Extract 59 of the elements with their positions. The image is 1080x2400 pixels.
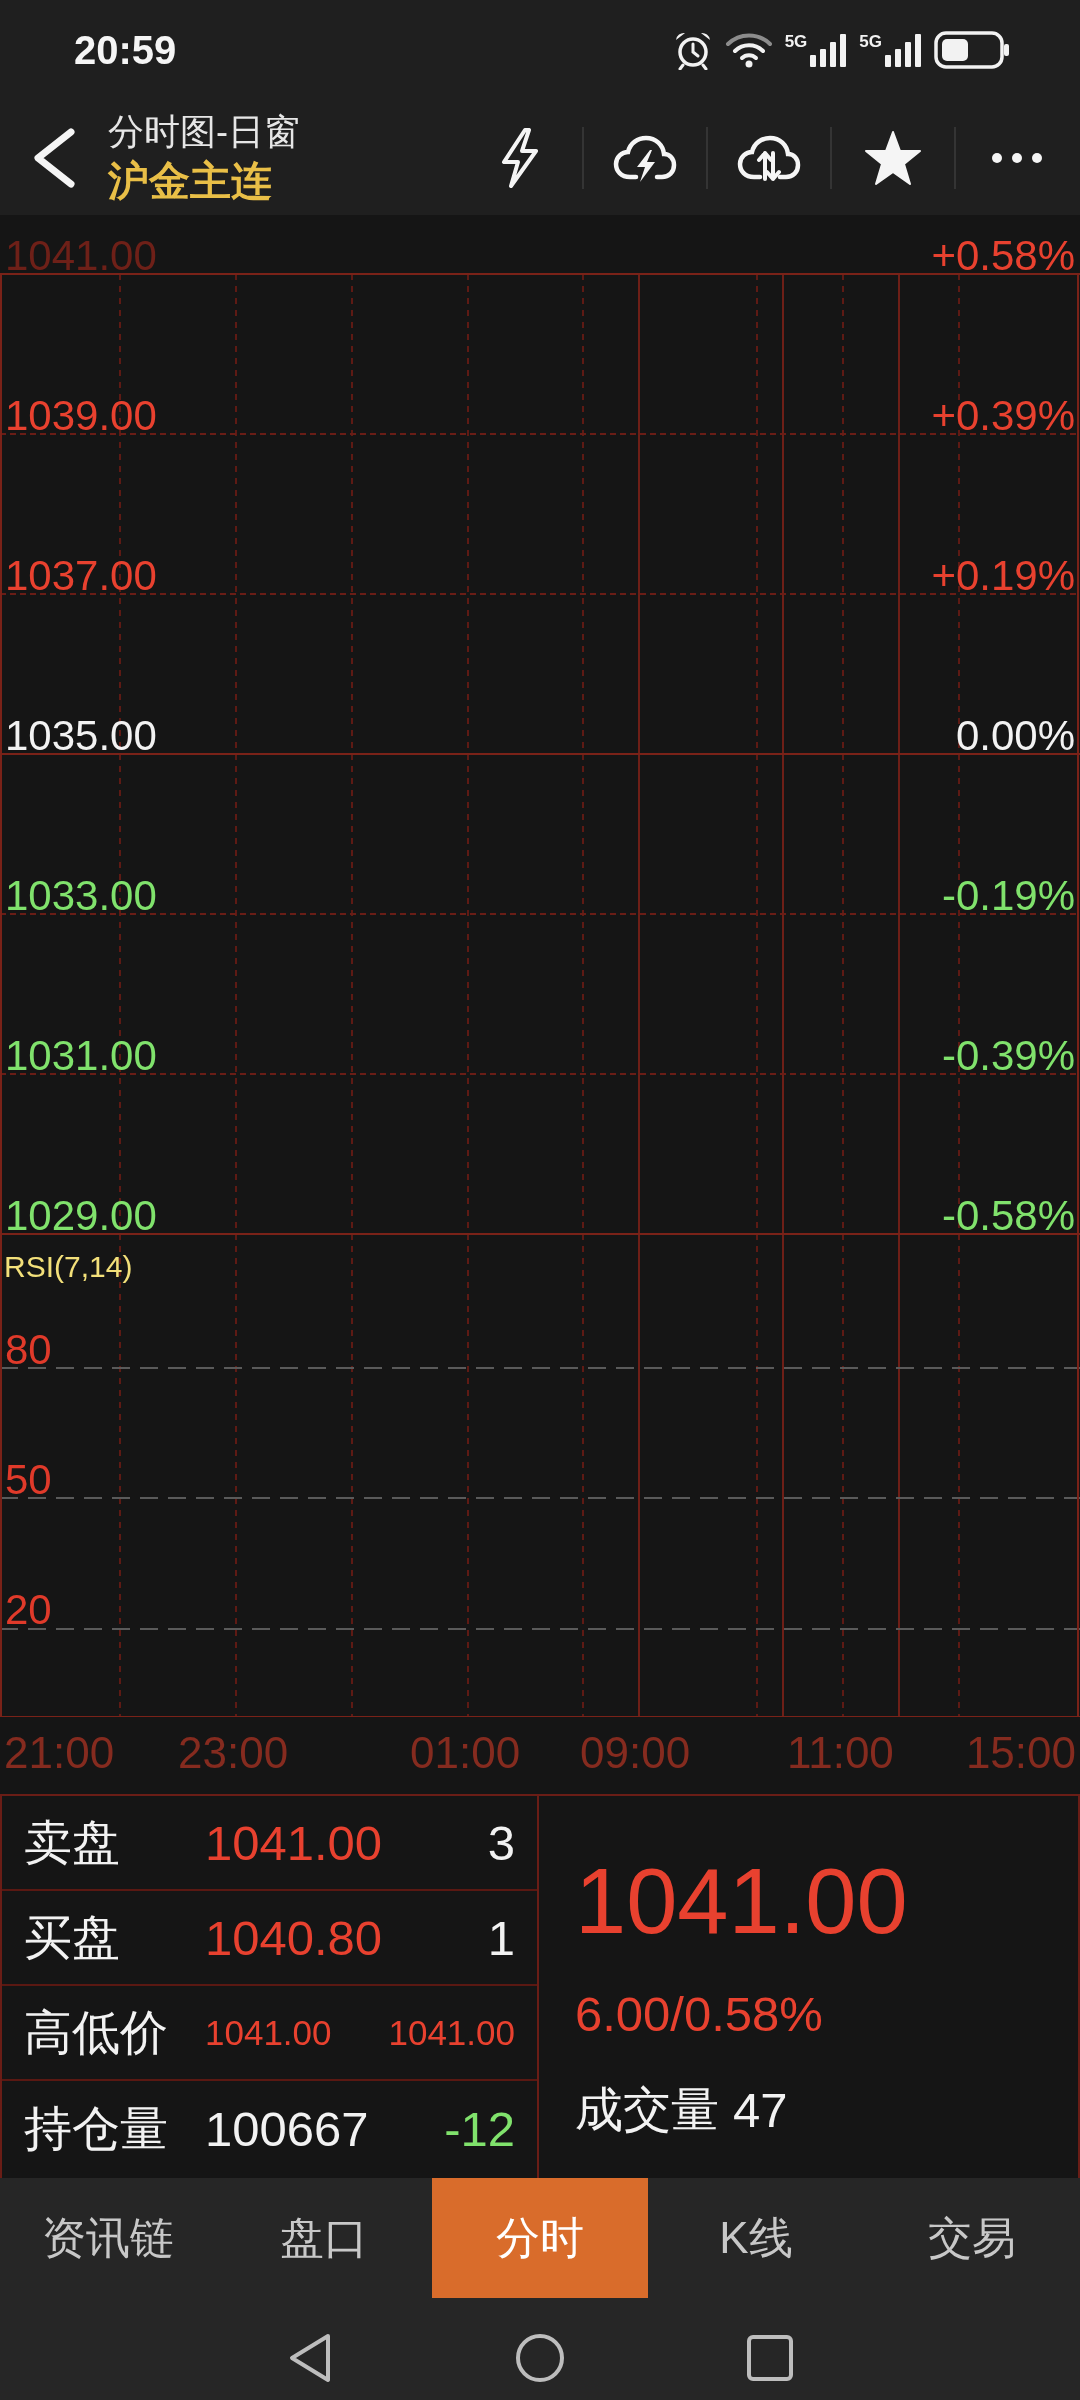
price-axis-label: 1029.00 [5,1198,157,1234]
last-price: 1041.00 [575,1849,909,1954]
percent-axis-label: -0.19% [941,878,1075,914]
indicator-title: RSI(7,14) [3,1249,134,1285]
page-title: 分时图-日窗 [108,109,300,154]
bottom-tab[interactable]: 资讯链 [0,2178,216,2298]
back-icon[interactable] [288,2332,332,2383]
order-volume: 1 [487,1909,515,1966]
time-axis-label: 23:00 [178,1727,289,1779]
star-icon[interactable] [864,129,922,186]
time-axis-label: 01:00 [410,1727,521,1779]
network-type-label: 5G [784,33,808,50]
percent-axis-label: 0.00% [955,718,1075,754]
signal-bars-icon [809,33,848,67]
home-icon[interactable] [515,2332,565,2383]
indicator-level-label: 50 [5,1462,52,1498]
recent-apps-icon[interactable] [747,2334,793,2381]
back-icon[interactable] [31,126,77,189]
network-type-label: 5G [859,33,882,50]
time-axis-label: 15:00 [965,1727,1076,1779]
price-axis-label: 1033.00 [5,878,157,914]
order-price: 1040.80 [205,1909,383,1966]
volume-label: 成交量 [575,2082,719,2138]
signal-bars-icon [884,33,922,67]
quote-label: 买盘 [24,1909,121,1966]
bottom-tab[interactable]: K线 [648,2178,864,2298]
percent-axis-label: +0.58% [931,238,1075,274]
price-axis-label: 1041.00 [5,238,157,274]
wifi-icon [724,32,773,68]
quote-label: 持仓量 [24,2100,169,2157]
low-price: 1041.00 [388,2012,515,2053]
price-axis-label: 1035.00 [5,718,157,754]
high-price: 1041.00 [205,2012,332,2053]
percent-axis-label: -0.39% [941,1038,1075,1074]
quote-label: 高低价 [24,2004,169,2061]
battery-icon [934,31,1010,69]
indicator-level-label: 80 [5,1332,52,1368]
price-axis-label: 1031.00 [5,1038,157,1074]
time-axis-label: 09:00 [580,1727,691,1779]
price-axis-label: 1037.00 [5,558,157,594]
more-icon[interactable] [991,151,1043,164]
percent-axis-label: +0.19% [931,558,1075,594]
volume-value: 47 [733,2082,788,2138]
status-time: 20:59 [74,27,177,73]
open-interest-value: 100667 [205,2100,369,2157]
time-axis-label: 21:00 [4,1727,115,1779]
quote-label: 卖盘 [24,1814,121,1871]
order-price: 1041.00 [205,1814,383,1871]
indicator-level-label: 20 [5,1592,52,1628]
price-axis-label: 1039.00 [5,398,157,434]
percent-axis-label: -0.58% [941,1198,1075,1234]
time-axis-label: 11:00 [787,1727,894,1779]
order-volume: 3 [487,1814,515,1871]
percent-axis-label: +0.39% [931,398,1075,434]
bottom-tab[interactable]: 盘口 [216,2178,432,2298]
open-interest-change: -12 [444,2100,515,2157]
bottom-tab[interactable]: 交易 [864,2178,1080,2298]
instrument-name: 沪金主连 [108,156,273,206]
price-change: 6.00/0.58% [575,1986,824,2043]
